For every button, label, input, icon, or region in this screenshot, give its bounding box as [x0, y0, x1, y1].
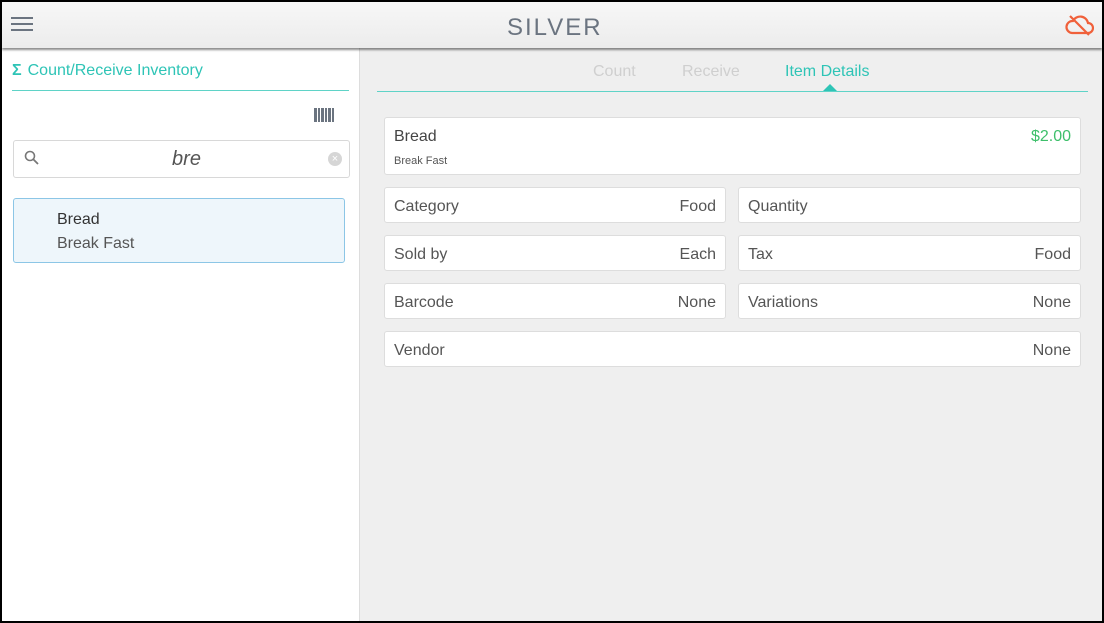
field-value: None — [677, 294, 716, 311]
field-label: Barcode — [394, 294, 454, 311]
field-label: Vendor — [394, 342, 445, 359]
silver-logo: SILVER — [507, 14, 603, 41]
cloud-off-icon[interactable] — [1064, 12, 1094, 38]
category-field[interactable]: Category Food — [384, 187, 726, 223]
tab-count[interactable]: Count — [593, 63, 636, 81]
panel-title: Σ Count/Receive Inventory — [12, 62, 203, 79]
tab-bar: Count Receive Item Details — [377, 48, 1088, 92]
field-value: Each — [679, 246, 716, 263]
field-label: Quantity — [748, 198, 808, 215]
tab-item-details[interactable]: Item Details — [785, 63, 869, 81]
tax-field[interactable]: Tax Food — [738, 235, 1081, 271]
field-value: Food — [679, 198, 716, 215]
detail-item-name: Bread — [394, 128, 437, 145]
item-category: Break Fast — [57, 235, 135, 252]
field-value: Food — [1034, 246, 1071, 263]
variations-field[interactable]: Variations None — [738, 283, 1081, 319]
hamburger-menu-icon[interactable] — [11, 17, 33, 33]
quantity-field[interactable]: Quantity — [738, 187, 1081, 223]
field-label: Variations — [748, 294, 818, 311]
detail-item-category: Break Fast — [394, 155, 448, 167]
sold-by-field[interactable]: Sold by Each — [384, 235, 726, 271]
active-tab-indicator — [823, 84, 837, 91]
field-value: None — [1032, 294, 1071, 311]
field-label: Sold by — [394, 246, 448, 263]
left-panel: ΣCount/Receive Inventory × Bread Break F… — [2, 48, 360, 621]
field-value: None — [1032, 342, 1071, 359]
sigma-icon: Σ — [12, 62, 22, 79]
list-item[interactable]: Bread Break Fast — [13, 198, 345, 263]
search-box[interactable]: × — [13, 140, 350, 178]
clear-search-icon[interactable]: × — [328, 152, 342, 166]
vendor-field[interactable]: Vendor None — [384, 331, 1081, 367]
search-icon — [24, 150, 39, 165]
tab-receive[interactable]: Receive — [682, 63, 740, 81]
field-label: Tax — [748, 246, 773, 263]
item-summary-card: Bread Break Fast $2.00 — [384, 117, 1081, 175]
app-header: SILVER — [2, 2, 1102, 48]
field-label: Category — [394, 198, 459, 215]
barcode-field[interactable]: Barcode None — [384, 283, 726, 319]
barcode-scan-icon[interactable] — [314, 108, 334, 122]
divider — [12, 90, 349, 91]
item-name: Bread — [57, 211, 100, 228]
detail-item-price: $2.00 — [1030, 128, 1071, 145]
search-input[interactable] — [54, 147, 319, 171]
